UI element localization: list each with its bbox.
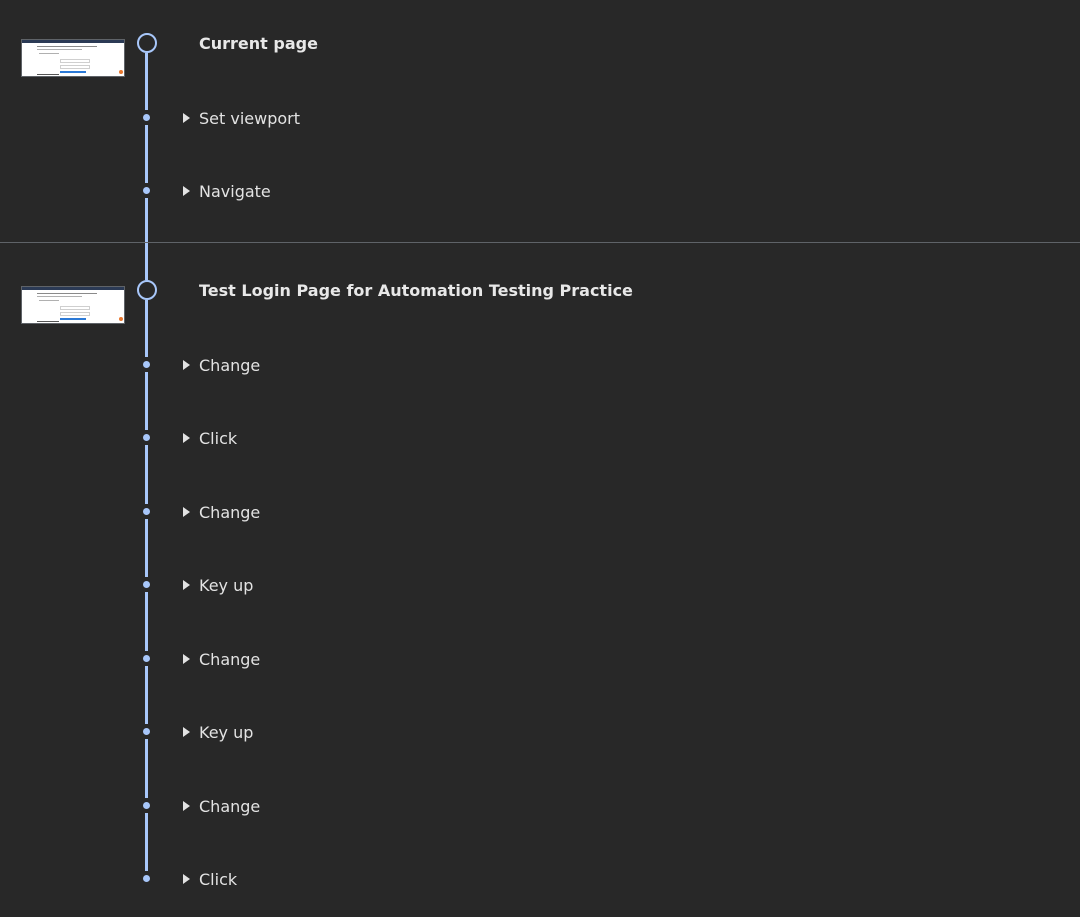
timeline-connector [145, 125, 148, 183]
expand-triangle-icon[interactable] [183, 360, 190, 370]
step-node-icon [143, 655, 150, 662]
section-node-icon [137, 33, 157, 53]
timeline-connector [145, 198, 148, 280]
step-node-icon [143, 802, 150, 809]
step-item[interactable]: Navigate [183, 180, 271, 202]
step-item[interactable]: Change [183, 354, 260, 376]
step-label: Key up [199, 575, 254, 595]
timeline-connector [145, 813, 148, 871]
expand-triangle-icon[interactable] [183, 874, 190, 884]
step-label: Navigate [199, 181, 271, 201]
expand-triangle-icon[interactable] [183, 801, 190, 811]
timeline-connector [145, 445, 148, 504]
step-label: Change [199, 649, 261, 669]
step-node-icon [143, 114, 150, 121]
step-label: Set viewport [199, 108, 300, 128]
timeline-connector [145, 372, 148, 430]
step-node-icon [143, 875, 150, 882]
expand-triangle-icon[interactable] [183, 186, 190, 196]
expand-triangle-icon[interactable] [183, 727, 190, 737]
expand-triangle-icon[interactable] [183, 580, 190, 590]
timeline-connector [145, 666, 148, 724]
expand-triangle-icon[interactable] [183, 433, 190, 443]
step-item[interactable]: Set viewport [183, 107, 300, 129]
section-node-icon [137, 280, 157, 300]
step-item[interactable]: Change [183, 501, 260, 523]
section-title: Current page [199, 34, 318, 53]
step-item[interactable]: Change [183, 795, 260, 817]
step-node-icon [143, 187, 150, 194]
step-label: Change [199, 355, 261, 375]
page-thumbnail[interactable] [21, 39, 125, 77]
recorder-timeline: Current page Set viewport Navigate Test … [0, 0, 1080, 917]
step-node-icon [143, 508, 150, 515]
step-item[interactable]: Key up [183, 721, 253, 743]
step-label: Change [199, 502, 261, 522]
section-divider [0, 242, 1080, 243]
step-item[interactable]: Key up [183, 574, 253, 596]
timeline-connector [145, 519, 148, 577]
step-item[interactable]: Click [183, 427, 237, 449]
page-thumbnail[interactable] [21, 286, 125, 324]
step-label: Click [199, 869, 238, 889]
timeline-connector [145, 739, 148, 798]
expand-triangle-icon[interactable] [183, 113, 190, 123]
expand-triangle-icon[interactable] [183, 507, 190, 517]
step-node-icon [143, 581, 150, 588]
step-node-icon [143, 728, 150, 735]
step-label: Change [199, 796, 261, 816]
step-label: Key up [199, 722, 254, 742]
timeline-connector [145, 53, 148, 110]
timeline-connector [145, 592, 148, 651]
step-node-icon [143, 361, 150, 368]
step-item[interactable]: Click [183, 868, 237, 890]
step-node-icon [143, 434, 150, 441]
expand-triangle-icon[interactable] [183, 654, 190, 664]
timeline-connector [145, 300, 148, 357]
step-item[interactable]: Change [183, 648, 260, 670]
section-title: Test Login Page for Automation Testing P… [199, 281, 633, 300]
step-label: Click [199, 428, 238, 448]
